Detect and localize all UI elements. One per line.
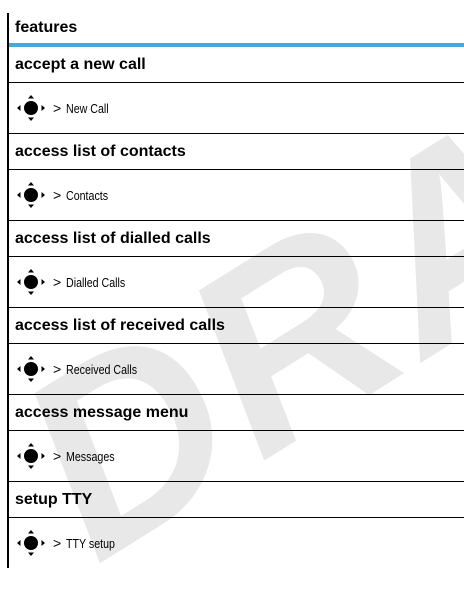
path-arrow: >: [53, 535, 62, 551]
feature-row: access list of contacts > Contacts: [9, 134, 464, 221]
nav-key-icon: [17, 269, 45, 295]
menu-path-label: Messages: [66, 448, 115, 464]
feature-path: > Dialled Calls: [9, 257, 464, 307]
table-header: features: [9, 13, 464, 47]
feature-path: > TTY setup: [9, 518, 464, 568]
menu-path-label: Received Calls: [66, 361, 138, 377]
feature-title: accept a new call: [9, 47, 464, 83]
feature-row: access list of dialled calls > Dialled C…: [9, 221, 464, 308]
feature-row: setup TTY > TTY setup: [9, 482, 464, 568]
path-arrow: >: [53, 274, 62, 290]
feature-path: > Messages: [9, 431, 464, 481]
feature-path: > Contacts: [9, 170, 464, 220]
path-arrow: >: [53, 361, 62, 377]
nav-key-icon: [17, 443, 45, 469]
features-table: features accept a new call > New Call ac…: [7, 13, 464, 568]
feature-title: setup TTY: [9, 482, 464, 518]
path-arrow: >: [53, 187, 62, 203]
feature-title: access list of dialled calls: [9, 221, 464, 257]
menu-path-label: TTY setup: [66, 535, 116, 551]
nav-key-icon: [17, 182, 45, 208]
feature-title: access list of received calls: [9, 308, 464, 344]
nav-key-icon: [17, 530, 45, 556]
path-arrow: >: [53, 448, 62, 464]
feature-path: > Received Calls: [9, 344, 464, 394]
nav-key-icon: [17, 356, 45, 382]
feature-title: access message menu: [9, 395, 464, 431]
nav-key-icon: [17, 95, 45, 121]
menu-path-label: Dialled Calls: [66, 274, 126, 290]
menu-path-label: New Call: [66, 100, 109, 116]
menu-path-label: Contacts: [66, 187, 109, 203]
feature-row: access list of received calls > Received…: [9, 308, 464, 395]
feature-row: access message menu > Messages: [9, 395, 464, 482]
feature-path: > New Call: [9, 83, 464, 133]
path-arrow: >: [53, 100, 62, 116]
feature-row: accept a new call > New Call: [9, 47, 464, 134]
feature-title: access list of contacts: [9, 134, 464, 170]
